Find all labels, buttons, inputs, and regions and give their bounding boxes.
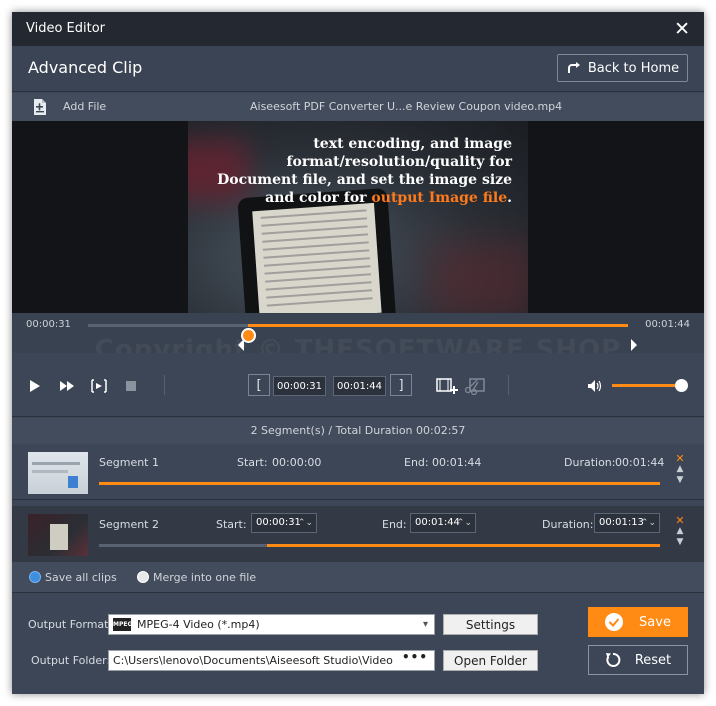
split-icon[interactable] <box>464 377 486 395</box>
video-preview: text encoding, and image format/resoluti… <box>12 121 704 313</box>
video-editor-window: Video Editor ✕ Advanced Clip Back to Hom… <box>12 12 704 694</box>
merge-radio[interactable] <box>137 571 149 583</box>
file-bar: Add File Aiseesoft PDF Converter U...e R… <box>12 93 704 121</box>
caption-line: and color for output Image file. <box>265 190 512 206</box>
save-all-radio[interactable] <box>29 571 41 583</box>
output-folder-value: C:\Users\lenovo\Documents\Aiseesoft Stud… <box>113 654 393 667</box>
segment-controls: ✕ ▲ ▼ <box>674 515 686 548</box>
reset-label: Reset <box>634 652 672 668</box>
volume-handle[interactable] <box>675 379 688 392</box>
caption-line: Document file, and set the image size <box>217 172 512 188</box>
reset-button[interactable]: Reset <box>588 645 688 675</box>
caption-line: text encoding, and image <box>313 136 512 152</box>
move-down-icon[interactable]: ▼ <box>674 475 686 486</box>
segment-name: Segment 1 <box>99 456 159 469</box>
segment-name: Segment 2 <box>99 518 159 531</box>
fast-forward-icon[interactable] <box>58 377 76 395</box>
add-segment-icon[interactable] <box>436 377 458 395</box>
file-name: Aiseesoft PDF Converter U...e Review Cou… <box>250 100 563 113</box>
start-label: Start: <box>216 518 247 531</box>
save-mode-bar: Save all clips Merge into one file <box>12 562 704 592</box>
add-file-icon[interactable] <box>30 97 50 117</box>
background-blur <box>428 241 528 313</box>
merge-label[interactable]: Merge into one file <box>153 571 256 584</box>
volume-slider[interactable] <box>612 379 688 392</box>
video-frame: text encoding, and image format/resoluti… <box>188 121 528 313</box>
output-format-value: MPEG-4 Video (*.mp4) <box>137 618 260 631</box>
end-label: End: <box>382 518 407 531</box>
duration-spinner[interactable]: 00:01:13 ⌃⌄ <box>594 513 660 533</box>
header-bar: Advanced Clip Back to Home <box>12 46 704 92</box>
title-bar: Video Editor ✕ <box>12 12 704 46</box>
checkmark-icon <box>605 613 624 631</box>
timeline-track[interactable] <box>88 324 628 343</box>
end-label: End: <box>404 456 429 469</box>
redo-arrow-icon <box>567 62 580 73</box>
move-up-icon[interactable]: ▲ <box>674 526 686 537</box>
output-format-label: Output Format: <box>28 618 113 631</box>
segment-controls: ✕ ▲ ▼ <box>674 453 686 486</box>
volume-icon[interactable] <box>586 377 604 395</box>
caption-overlay: text encoding, and image format/resoluti… <box>212 135 512 207</box>
segment-range-bar <box>99 482 660 485</box>
segment-row-2[interactable]: Segment 2 Start: 00:00:31 ⌃⌄ End: 00:01:4… <box>12 506 704 562</box>
timeline-end-time: 00:01:44 <box>645 319 690 330</box>
move-up-icon[interactable]: ▲ <box>674 464 686 475</box>
start-time-field[interactable]: 00:00:31 <box>273 376 326 396</box>
end-value: 00:01:44 <box>432 456 482 469</box>
back-to-home-label: Back to Home <box>587 60 680 76</box>
segments-summary: 2 Segment(s) / Total Duration 00:02:57 <box>12 418 704 444</box>
move-down-icon[interactable]: ▼ <box>674 537 686 548</box>
output-folder-field[interactable]: C:\Users\lenovo\Documents\Aiseesoft Stud… <box>108 650 435 671</box>
start-value: 00:00:00 <box>272 456 322 469</box>
caption-line: format/resolution/quality for <box>286 154 512 170</box>
chevron-down-icon[interactable]: ▾ <box>423 615 428 634</box>
caption-highlight: output Image file <box>371 190 508 206</box>
segment-thumbnail <box>28 514 88 556</box>
spinner-arrows-icon[interactable]: ⌃⌄ <box>298 514 313 532</box>
play-icon[interactable] <box>26 377 44 395</box>
play-segment-icon[interactable] <box>90 377 108 395</box>
timeline: 00:00:31 00:01:44 Copyright © THESOFTWAR… <box>12 313 704 365</box>
set-start-button[interactable]: [ <box>248 374 270 396</box>
start-time-spinner[interactable]: 00:00:31 ⌃⌄ <box>251 513 317 533</box>
duration-value: 00:01:44 <box>615 456 665 469</box>
browse-folder-icon[interactable]: ••• <box>402 648 428 667</box>
end-time-field[interactable]: 00:01:44 <box>333 376 386 396</box>
timeline-start-time: 00:00:31 <box>26 319 71 330</box>
close-icon[interactable]: ✕ <box>674 19 690 39</box>
duration-label: Duration: <box>564 456 616 469</box>
back-to-home-button[interactable]: Back to Home <box>557 54 688 82</box>
timeline-selected-range <box>247 324 628 327</box>
delete-segment-icon[interactable]: ✕ <box>674 515 686 526</box>
page-title: Advanced Clip <box>28 58 143 77</box>
segment-thumbnail <box>28 452 88 494</box>
end-time-spinner[interactable]: 00:01:44 ⌃⌄ <box>410 513 476 533</box>
delete-segment-icon[interactable]: ✕ <box>674 453 686 464</box>
segment-row-1[interactable]: Segment 1 Start: 00:00:00 End: 00:01:44 … <box>12 444 704 500</box>
mpeg4-icon: MPEG4 <box>113 618 137 631</box>
duration-label: Duration: <box>542 518 594 531</box>
output-panel: Output Format: MPEG4 MPEG-4 Video (*.mp4… <box>12 592 704 694</box>
window-title: Video Editor <box>26 21 106 36</box>
divider <box>164 375 165 395</box>
start-label: Start: <box>237 456 268 469</box>
output-folder-label: Output Folder: <box>31 654 111 667</box>
settings-button[interactable]: Settings <box>443 614 538 635</box>
spinner-arrows-icon[interactable]: ⌃⌄ <box>641 514 656 532</box>
playback-controls: [ 00:00:31 00:01:44 ] <box>12 353 704 417</box>
output-format-select[interactable]: MPEG4 MPEG-4 Video (*.mp4) ▾ <box>108 614 435 635</box>
spinner-arrows-icon[interactable]: ⌃⌄ <box>457 514 472 532</box>
add-file-label[interactable]: Add File <box>63 100 106 113</box>
divider <box>508 375 509 395</box>
segment-range-fill <box>267 544 660 547</box>
set-end-button[interactable]: ] <box>390 374 412 396</box>
save-button[interactable]: Save <box>588 607 688 637</box>
open-folder-button[interactable]: Open Folder <box>443 650 538 671</box>
save-all-label[interactable]: Save all clips <box>45 571 117 584</box>
segment-range-bar <box>99 544 660 547</box>
reset-icon <box>605 652 621 667</box>
save-label: Save <box>639 614 671 630</box>
stop-icon[interactable] <box>122 377 140 395</box>
